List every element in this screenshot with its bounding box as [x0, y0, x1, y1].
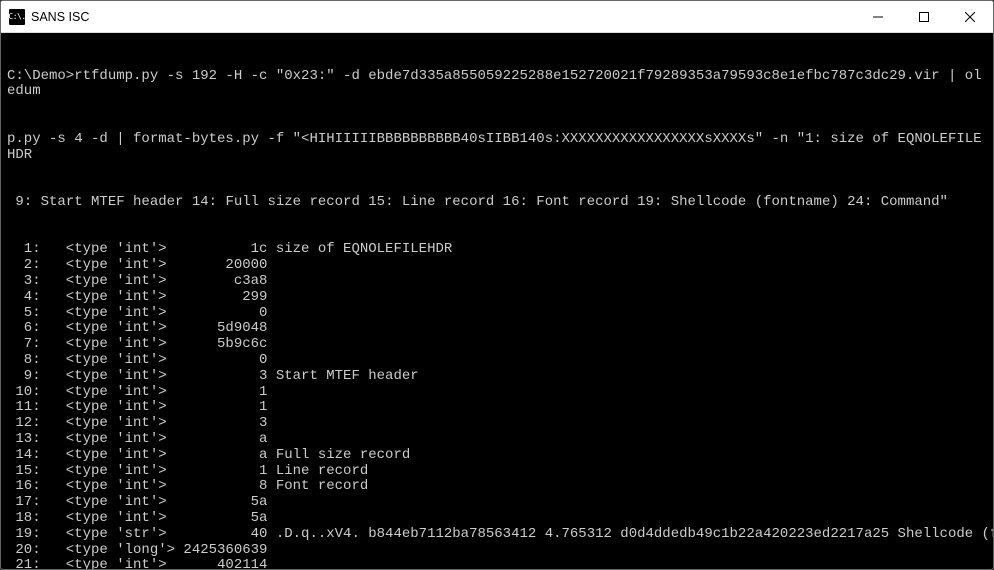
console-area[interactable]: C:\Demo>rtfdump.py -s 192 -H -c "0x23:" …	[1, 33, 993, 570]
command-line: C:\Demo>rtfdump.py -s 192 -H -c "0x23:" …	[7, 69, 987, 101]
minimize-button[interactable]	[855, 1, 901, 33]
command-line: p.py -s 4 -d | format-bytes.py -f "<HIHI…	[7, 132, 987, 164]
output-row: 1: <type 'int'> 1c size of EQNOLEFILEHDR	[7, 242, 987, 258]
output-row: 13: <type 'int'> a	[7, 432, 987, 448]
output-row: 20: <type 'long'> 2425360639	[7, 543, 987, 559]
cmd-icon: C:\.	[9, 9, 25, 25]
output-row: 8: <type 'int'> 0	[7, 353, 987, 369]
output-row: 21: <type 'int'> 402114	[7, 558, 987, 570]
maximize-icon	[919, 12, 929, 22]
output-row: 16: <type 'int'> 8 Font record	[7, 479, 987, 495]
output-row: 5: <type 'int'> 0	[7, 306, 987, 322]
output-row: 3: <type 'int'> c3a8	[7, 274, 987, 290]
output-row: 18: <type 'int'> 5a	[7, 511, 987, 527]
output-row: 17: <type 'int'> 5a	[7, 495, 987, 511]
command-line: 9: Start MTEF header 14: Full size recor…	[7, 195, 987, 211]
output-row: 6: <type 'int'> 5d9048	[7, 321, 987, 337]
output-row: 4: <type 'int'> 299	[7, 290, 987, 306]
output-row: 11: <type 'int'> 1	[7, 400, 987, 416]
output-row: 14: <type 'int'> a Full size record	[7, 448, 987, 464]
output-rows: 1: <type 'int'> 1c size of EQNOLEFILEHDR…	[7, 242, 987, 570]
maximize-button[interactable]	[901, 1, 947, 33]
output-row: 2: <type 'int'> 20000	[7, 258, 987, 274]
window-title: SANS ISC	[31, 10, 855, 24]
close-icon	[965, 12, 975, 22]
output-row: 10: <type 'int'> 1	[7, 385, 987, 401]
titlebar[interactable]: C:\. SANS ISC	[1, 1, 993, 33]
output-row: 15: <type 'int'> 1 Line record	[7, 464, 987, 480]
output-row: 7: <type 'int'> 5b9c6c	[7, 337, 987, 353]
window-frame: C:\. SANS ISC C:\Demo>rtfdump.py -s 192 …	[0, 0, 994, 570]
output-row: 9: <type 'int'> 3 Start MTEF header	[7, 369, 987, 385]
output-row: 12: <type 'int'> 3	[7, 416, 987, 432]
minimize-icon	[873, 12, 883, 22]
close-button[interactable]	[947, 1, 993, 33]
output-row: 19: <type 'str'> 40 .D.q..xV4. b844eb711…	[7, 527, 987, 543]
